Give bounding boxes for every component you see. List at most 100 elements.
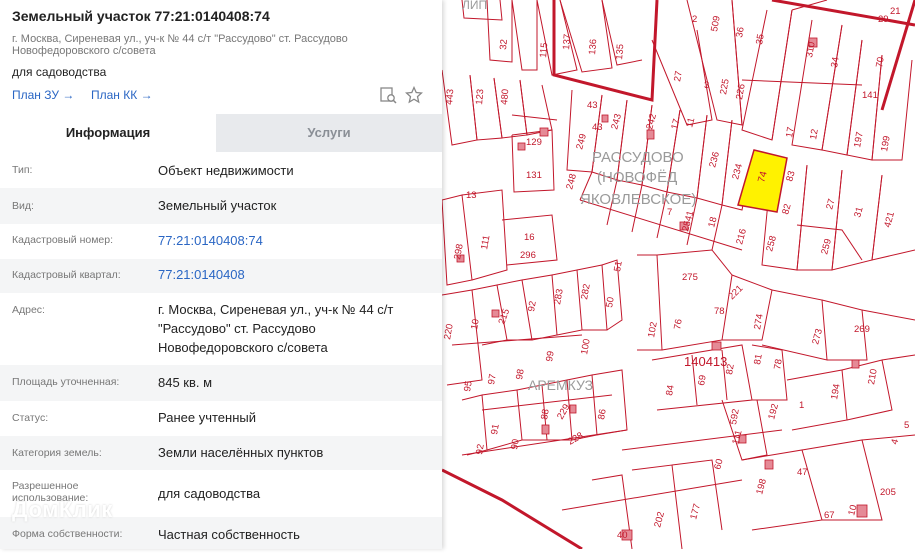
parcel-number: 13 — [466, 190, 477, 201]
parcel-number: 5 — [904, 420, 909, 431]
cadastral-number-link[interactable]: 77:21:0140408:74 — [158, 231, 428, 250]
parcel-number: 91 — [489, 423, 502, 435]
parcel-number: 82 — [724, 363, 737, 375]
row-value: 845 кв. м — [158, 375, 213, 390]
parcel-number: 27 — [672, 70, 685, 82]
row-value: г. Москва, Сиреневая ул., уч-к № 44 с/т … — [158, 302, 394, 355]
star-icon[interactable] — [404, 85, 424, 104]
row-value: Земельный участок — [158, 198, 277, 213]
row-label: Категория земель: — [12, 447, 102, 459]
parcel-number: 136 — [587, 39, 599, 56]
row-label: Площадь уточненная: — [12, 376, 120, 388]
tab-bar: Информация Услуги — [0, 114, 442, 152]
place-label: ЛИП — [462, 0, 487, 12]
place-label: (НОВОФЁД — [597, 169, 677, 186]
parcel-number: 3 — [704, 80, 709, 91]
parcel-number: 43 — [587, 100, 598, 111]
parcel-number: 86 — [596, 408, 609, 420]
parcel-number: 269 — [854, 324, 870, 335]
cadastral-map[interactable]: 74 РАССУДОВО (НОВОФЁД ЯКОВЛЕВСКОЕ) АРЕМК… — [441, 0, 915, 551]
plan-zu-link[interactable]: План ЗУ → — [12, 88, 74, 102]
parcel-number: 78 — [714, 306, 725, 317]
row-kind: Вид: Земельный участок — [0, 188, 442, 224]
page-title: Земельный участок 77:21:0140408:74 — [12, 8, 270, 24]
domclick-watermark: ДомКлик — [12, 497, 113, 522]
parcel-number: 10 — [469, 318, 482, 330]
row-value: Ранее учтенный — [158, 410, 256, 425]
parcel-number: 115 — [538, 42, 550, 58]
parcel-number: 51 — [612, 260, 625, 272]
parcel-number: 69 — [696, 374, 709, 386]
parcel-number: 76 — [672, 318, 685, 330]
row-type: Тип: Объект недвижимости — [0, 152, 442, 188]
parcel-number: 29 — [878, 14, 889, 25]
row-address: Адрес: г. Москва, Сиреневая ул., уч-к № … — [0, 293, 442, 365]
parcel-number: 1 — [799, 400, 804, 411]
parcel-number: 137 — [561, 34, 573, 51]
parcel-number: 129 — [526, 137, 542, 148]
parcel-number: 43 — [592, 122, 603, 133]
parcel-number: 99 — [544, 350, 557, 362]
parcel-number: 205 — [880, 487, 896, 498]
parcel-number: 97 — [486, 373, 499, 385]
parcel-number: 98 — [514, 368, 527, 380]
row-status: Статус: Ранее учтенный — [0, 401, 442, 436]
parcel-number: 296 — [520, 250, 536, 261]
search-document-icon[interactable] — [379, 86, 397, 104]
parcel-number: 92 — [474, 443, 487, 455]
parcel-number: 88 — [539, 408, 552, 420]
row-label: Статус: — [12, 412, 49, 424]
row-cadastral-quarter: Кадастровый квартал: 77:21:0140408 — [0, 259, 442, 293]
parcel-number: 47 — [797, 467, 808, 478]
parcel-number: 36 — [734, 26, 747, 38]
parcel-number: 16 — [524, 232, 535, 243]
place-label: ЯКОВЛЕВСКОЕ) — [580, 191, 696, 208]
parcel-number: 50 — [604, 296, 617, 308]
row-label: Кадастровый номер: — [12, 234, 114, 246]
row-cadastral-number: Кадастровый номер: 77:21:0140408:74 — [0, 224, 442, 259]
parcel-number: 81 — [752, 353, 765, 365]
parcel-number: 70 — [874, 56, 887, 68]
tab-services[interactable]: Услуги — [216, 114, 442, 152]
info-panel: Земельный участок 77:21:0140408:74 г. Мо… — [0, 0, 442, 549]
row-value: Частная собственность — [158, 527, 300, 542]
parcel-number: 84 — [664, 384, 677, 396]
parcel-number: 135 — [614, 44, 626, 61]
parcel-number: 7 — [667, 207, 672, 218]
parcel-number: 2 — [692, 14, 697, 25]
row-area: Площадь уточненная: 845 кв. м — [0, 365, 442, 401]
parcel-number: 17 — [784, 126, 797, 138]
row-label: Адрес: — [12, 304, 45, 316]
quarter-label: 140413 — [684, 354, 727, 369]
row-value: Земли населённых пунктов — [158, 445, 324, 460]
area-label: АРЕМКУЗ — [528, 377, 593, 393]
row-value: Объект недвижимости — [158, 163, 294, 178]
parcel-number: 443 — [444, 89, 456, 106]
parcel-number: 95 — [462, 380, 475, 392]
plan-kk-link[interactable]: План КК → — [91, 88, 153, 102]
parcel-number: 275 — [682, 272, 698, 283]
parcel-number: 32 — [498, 39, 510, 50]
row-value: для садоводства — [158, 486, 261, 501]
purpose-text: для садоводства — [12, 65, 107, 79]
cadastral-quarter-link[interactable]: 77:21:0140408 — [158, 265, 428, 284]
tab-info[interactable]: Информация — [0, 114, 216, 152]
row-label: Вид: — [12, 200, 34, 212]
row-label: Форма собственности: — [12, 528, 123, 540]
parcel-number: 480 — [499, 89, 511, 106]
row-label: Тип: — [12, 164, 33, 176]
parcel-number: 12 — [808, 128, 821, 140]
map-canvas[interactable]: 74 РАССУДОВО (НОВОФЁД ЯКОВЛЕВСКОЕ) АРЕМК… — [441, 0, 915, 551]
parcel-number: 78 — [772, 358, 785, 370]
parcel-number: 131 — [526, 170, 542, 181]
row-land-category: Категория земель: Земли населённых пункт… — [0, 436, 442, 470]
address-subtitle: г. Москва, Сиреневая ул., уч-к № 44 с/т … — [12, 33, 348, 57]
parcel-number: 67 — [824, 510, 835, 521]
row-label: Кадастровый квартал: — [12, 269, 121, 281]
parcel-number: 35 — [754, 33, 767, 45]
parcel-number: 92 — [526, 300, 539, 312]
parcel-number: 21 — [890, 6, 901, 17]
parcel-number: 90 — [509, 438, 522, 450]
place-label: РАССУДОВО — [592, 149, 684, 166]
parcel-number: 34 — [829, 56, 842, 68]
